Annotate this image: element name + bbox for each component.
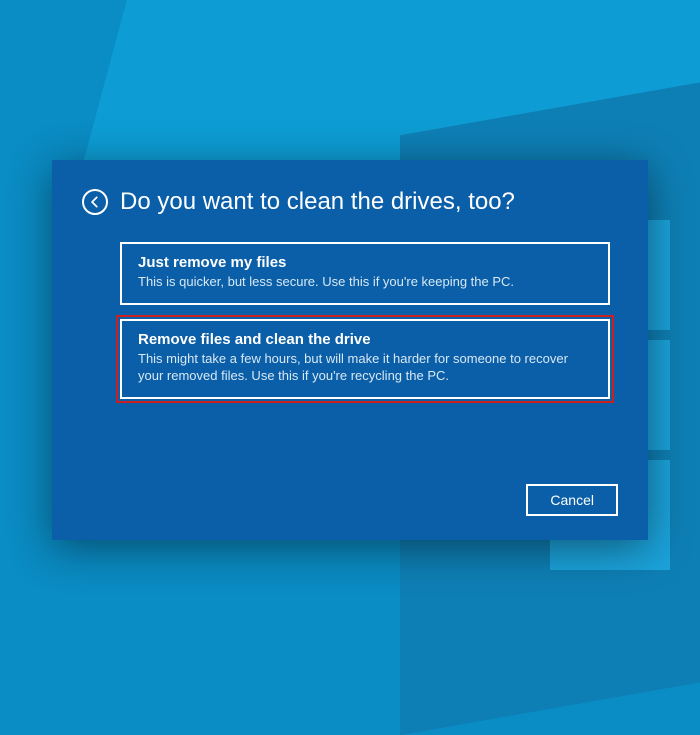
dialog-header: Do you want to clean the drives, too?	[82, 188, 618, 216]
dialog-footer: Cancel	[526, 484, 618, 516]
option-description: This is quicker, but less secure. Use th…	[138, 273, 592, 291]
option-title: Just remove my files	[138, 254, 592, 271]
arrow-left-icon	[88, 195, 102, 209]
option-description: This might take a few hours, but will ma…	[138, 350, 592, 385]
cancel-button[interactable]: Cancel	[526, 484, 618, 516]
dialog-title: Do you want to clean the drives, too?	[120, 188, 515, 216]
option-title: Remove files and clean the drive	[138, 331, 592, 348]
back-button[interactable]	[82, 189, 108, 215]
option-remove-and-clean[interactable]: Remove files and clean the drive This mi…	[120, 319, 610, 399]
reset-dialog: Do you want to clean the drives, too? Ju…	[52, 160, 648, 540]
option-just-remove-files[interactable]: Just remove my files This is quicker, bu…	[120, 242, 610, 305]
